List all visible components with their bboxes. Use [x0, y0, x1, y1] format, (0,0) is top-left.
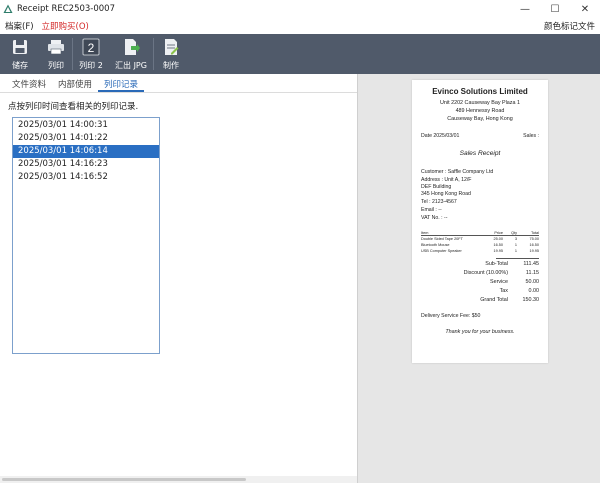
receipt-address-line: Causeway Bay, Hong Kong: [447, 116, 513, 122]
document-edit-icon: [162, 38, 180, 56]
preview-pane: Evinco Solutions Limited Unit 2202 Cause…: [358, 74, 600, 483]
tab-internal-use[interactable]: 内部使用: [52, 78, 98, 92]
menu-file[interactable]: 档案(F): [5, 20, 34, 32]
window-title: Receipt REC2503-0007: [17, 4, 115, 14]
receipt-items-table: Item Price Qty Total Double Sided Tape 2…: [421, 230, 539, 254]
print-2-icon: 2: [82, 38, 100, 56]
make-label: 制作: [163, 61, 179, 70]
left-pane: 文件资料 内部使用 列印记录 点按列印时间查看相关的列印记录. 2025/03/…: [0, 74, 357, 483]
service-row: Service 50.00: [421, 279, 539, 287]
totals-divider: [496, 258, 539, 259]
menu-color-tag-file[interactable]: 颜色标记文件: [544, 20, 595, 32]
print-log-list[interactable]: 2025/03/01 14:00:31 2025/03/01 14:01:22 …: [12, 117, 160, 354]
grand-total-value: 150.30: [522, 297, 540, 303]
item-qty: 1: [514, 249, 517, 253]
receipt-customer: Customer : Saffle Company Ltd: [421, 169, 494, 175]
print-button[interactable]: 列印: [40, 34, 72, 74]
receipt-sales: Sales :: [523, 133, 539, 139]
delivery-fee: Delivery Service Fee: $50: [421, 313, 481, 319]
item-name: USB Computer Speaker: [421, 249, 462, 253]
export-jpg-button[interactable]: 汇出 JPG: [109, 34, 153, 74]
thank-you-note: Thank you for your business.: [445, 329, 515, 335]
title-bar: Receipt REC2503-0007 — ☐ ✕: [0, 0, 600, 18]
subtotal-label: Sub-Total: [485, 261, 508, 267]
receipt-email: Email : --: [421, 207, 442, 213]
maximize-button[interactable]: ☐: [540, 0, 570, 18]
list-item[interactable]: 2025/03/01 14:00:31: [13, 119, 159, 132]
receipt-tel: Tel : 2123-4567: [421, 199, 457, 205]
export-jpg-label: 汇出 JPG: [115, 61, 147, 70]
receipt-preview: Evinco Solutions Limited Unit 2202 Cause…: [412, 80, 548, 363]
print-label: 列印: [48, 61, 64, 70]
tab-bar: 文件资料 内部使用 列印记录: [6, 78, 145, 92]
table-row: USB Computer Speaker 19.95 1 19.95: [421, 248, 539, 254]
tax-row: Tax 0.00: [421, 288, 539, 296]
subtotal-value: 111.45: [523, 261, 539, 267]
grand-total-label: Grand Total: [480, 297, 508, 303]
receipt-address: Address : Unit A, 12/F: [421, 177, 472, 183]
tab-divider: [0, 92, 357, 93]
print-log-hint: 点按列印时间查看相关的列印记录.: [8, 102, 139, 112]
close-button[interactable]: ✕: [570, 0, 600, 18]
list-item[interactable]: 2025/03/01 14:16:23: [13, 158, 159, 171]
tab-print-log[interactable]: 列印记录: [98, 78, 145, 92]
receipt-address: 345 Hong Kong Road: [421, 191, 471, 197]
menu-bar: 档案(F) 立即购买(O) 颜色标记文件: [0, 18, 600, 34]
save-label: 储存: [12, 61, 28, 70]
subtotal-row: Sub-Total 111.45: [421, 261, 539, 269]
receipt-company: Evinco Solutions Limited: [432, 87, 528, 96]
tab-document-info[interactable]: 文件资料: [6, 78, 52, 92]
grand-total-row: Grand Total 150.30: [421, 297, 539, 305]
column-header: Qty: [511, 231, 517, 235]
list-item[interactable]: 2025/03/01 14:16:52: [13, 171, 159, 184]
list-item-selected[interactable]: 2025/03/01 14:06:14: [13, 145, 159, 158]
discount-label: Discount (10.00%): [463, 270, 508, 276]
item-price: 19.95: [493, 249, 503, 253]
discount-value: 11.15: [525, 270, 539, 276]
tax-label: Tax: [499, 288, 508, 294]
discount-row: Discount (10.00%) 11.15: [421, 270, 539, 278]
receipt-title: Sales Receipt: [459, 150, 501, 157]
column-header: Item: [421, 231, 429, 235]
service-label: Service: [490, 279, 508, 285]
menu-buy-now[interactable]: 立即购买(O): [42, 20, 89, 32]
service-value: 50.00: [525, 279, 540, 285]
receipt-address-line: 489 Hennessy Road: [455, 108, 505, 114]
app-icon: [3, 4, 13, 14]
save-icon: [11, 38, 29, 56]
column-header: Price: [494, 231, 503, 235]
receipt-vat: VAT No. : --: [421, 215, 448, 221]
list-item[interactable]: 2025/03/01 14:01:22: [13, 132, 159, 145]
minimize-button[interactable]: —: [510, 0, 540, 18]
print-2-button[interactable]: 2 列印 2: [73, 34, 109, 74]
printer-icon: [47, 38, 65, 56]
column-header: Total: [530, 231, 539, 235]
item-total: 19.95: [529, 249, 539, 253]
receipt-address-line: Unit 2202 Causeway Bay Plaza 1: [439, 100, 520, 106]
receipt-address: DEF Building: [421, 184, 452, 190]
receipt-date: Date 2025/03/01: [421, 133, 460, 139]
tax-value: 0.00: [528, 288, 540, 294]
scrollbar-thumb[interactable]: [2, 478, 246, 481]
save-button[interactable]: 储存: [0, 34, 40, 74]
export-icon: [122, 38, 140, 56]
toolbar: 储存 列印 2 列印 2 汇出 JPG 制作: [0, 34, 600, 74]
print-2-glyph: 2: [88, 41, 95, 55]
print-2-label: 列印 2: [79, 61, 103, 70]
make-button[interactable]: 制作: [154, 34, 188, 74]
